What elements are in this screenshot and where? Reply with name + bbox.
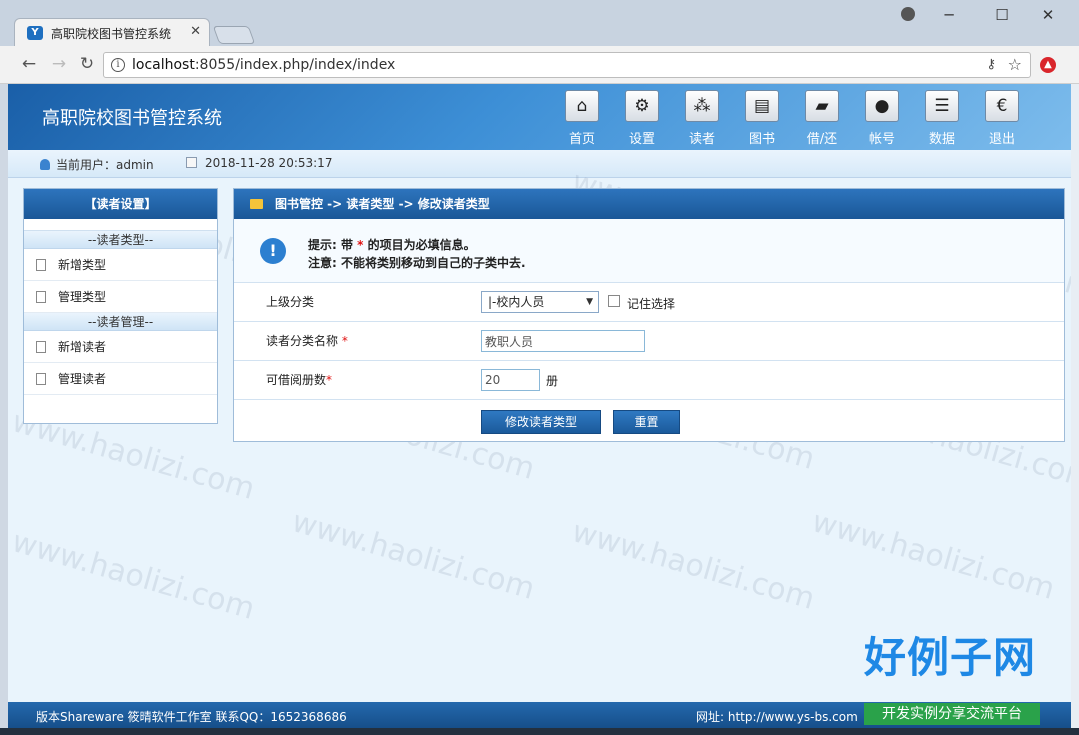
- site-info-icon[interactable]: i: [111, 58, 125, 72]
- remember-choice-checkbox[interactable]: [608, 295, 620, 307]
- calendar-icon: [186, 157, 197, 168]
- nav-data[interactable]: ☰ 数据: [919, 90, 965, 147]
- nav-books[interactable]: ▤ 图书: [739, 90, 785, 147]
- parent-category-label: 上级分类: [266, 295, 315, 309]
- document-icon: [36, 373, 46, 385]
- nav-borrow-return[interactable]: ▰ 借/还: [799, 90, 845, 147]
- browser-tab[interactable]: Y 高职院校图书管控系统 ✕: [14, 18, 210, 47]
- watermark: www.haolizi.com: [8, 524, 259, 627]
- nav-logout[interactable]: € 退出: [979, 90, 1025, 147]
- sidebar-item-add-type[interactable]: 新增类型: [24, 249, 217, 281]
- back-arrow-icon[interactable]: ←: [18, 54, 40, 74]
- close-tab-icon[interactable]: ✕: [190, 24, 201, 39]
- maximize-button[interactable]: ☐: [987, 6, 1017, 24]
- current-user: 当前用户：admin: [40, 156, 154, 173]
- close-window-button[interactable]: ✕: [1033, 6, 1063, 24]
- sidebar-item-add-reader[interactable]: 新增读者: [24, 331, 217, 363]
- parent-category-select[interactable]: |-校内人员 ▼: [481, 291, 599, 313]
- exclamation-icon: !: [260, 238, 286, 264]
- folder-icon: ▰: [805, 90, 839, 122]
- browser-tab-bar: Y 高职院校图书管控系统 ✕ ─ ☐ ✕: [0, 0, 1079, 47]
- nav-home[interactable]: ⌂ 首页: [559, 90, 605, 147]
- reload-icon[interactable]: ↻: [76, 54, 98, 74]
- sidebar-item-manage-readers[interactable]: 管理读者: [24, 363, 217, 395]
- database-icon: ☰: [925, 90, 959, 122]
- chevron-down-icon: ▼: [586, 297, 593, 307]
- tab-title: 高职院校图书管控系统: [51, 27, 172, 41]
- url-text: localhost:8055/index.php/index/index: [132, 57, 396, 73]
- status-bar: 当前用户：admin 2018-11-28 20:53:17: [8, 150, 1071, 178]
- submit-button[interactable]: 修改读者类型: [481, 410, 601, 434]
- minimize-button[interactable]: ─: [934, 6, 964, 24]
- form-actions: 修改读者类型 重置: [234, 400, 1064, 440]
- notice-box: ! 提示: 带 * 的项目为必填信息。 注意: 不能将类别移动到自己的子类中去.: [234, 219, 1064, 283]
- user-icon: [40, 159, 50, 170]
- remember-choice-label: 记住选择: [627, 297, 676, 311]
- app-favicon-icon: Y: [27, 26, 43, 40]
- new-tab-button[interactable]: [212, 26, 256, 44]
- category-name-label: 读者分类名称 *: [266, 334, 348, 348]
- sidebar-section-reader-types: --读者类型--: [24, 231, 217, 249]
- nav-account[interactable]: ● 帐号: [859, 90, 905, 147]
- nav-settings[interactable]: ⚙ 设置: [619, 90, 665, 147]
- address-bar[interactable]: i localhost:8055/index.php/index/index ⚷…: [103, 52, 1031, 78]
- reset-button[interactable]: 重置: [613, 410, 680, 434]
- home-icon: ⌂: [565, 90, 599, 122]
- bookmark-star-icon[interactable]: ☆: [1008, 55, 1022, 74]
- document-icon: [36, 291, 46, 303]
- document-icon: [36, 259, 46, 271]
- form-row-borrow-limit: 可借阅册数* 册: [234, 361, 1064, 400]
- forward-arrow-icon[interactable]: →: [48, 54, 70, 74]
- app-title: 高职院校图书管控系统: [42, 108, 222, 129]
- borrow-limit-unit: 册: [546, 374, 559, 388]
- folder-icon: [250, 199, 263, 209]
- profile-icon[interactable]: [901, 7, 915, 21]
- sidebar-section-reader-management: --读者管理--: [24, 313, 217, 331]
- footer-version-info: 版本Shareware 筱晴软件工作室 联系QQ：1652368686: [36, 710, 347, 724]
- current-datetime: 2018-11-28 20:53:17: [186, 156, 332, 170]
- document-icon: [36, 341, 46, 353]
- gears-icon: ⚙: [625, 90, 659, 122]
- brand-logo: 好例子网: [864, 633, 1037, 682]
- borrow-limit-label: 可借阅册数*: [266, 373, 333, 387]
- brand-slogan: 开发实例分享交流平台: [864, 703, 1040, 725]
- note-text: 注意: 不能将类别移动到自己的子类中去.: [308, 256, 526, 270]
- watermark: www.haolizi.com: [568, 514, 819, 617]
- euro-icon: €: [985, 90, 1019, 122]
- form-row-category-name: 读者分类名称 *: [234, 322, 1064, 361]
- readers-icon: ⁂: [685, 90, 719, 122]
- form-row-parent-category: 上级分类 |-校内人员 ▼ 记住选择: [234, 283, 1064, 322]
- category-name-input[interactable]: [481, 330, 645, 352]
- account-icon: ●: [865, 90, 899, 122]
- sidebar-header: 【读者设置】: [24, 189, 217, 219]
- app-header: 高职院校图书管控系统 ⌂ 首页 ⚙ 设置 ⁂ 读者 ▤ 图书 ▰ 借/还 ● 帐…: [8, 84, 1071, 150]
- footer-website: 网址: http://www.ys-bs.com: [696, 710, 858, 724]
- key-icon[interactable]: ⚷: [986, 57, 996, 72]
- breadcrumb: 图书管控 -> 读者类型 -> 修改读者类型: [234, 189, 1064, 219]
- watermark: www.haolizi.com: [808, 504, 1059, 607]
- edit-reader-type-panel: 图书管控 -> 读者类型 -> 修改读者类型 ! 提示: 带 * 的项目为必填信…: [233, 188, 1065, 442]
- browser-toolbar: ← → ↻ i localhost:8055/index.php/index/i…: [0, 46, 1079, 84]
- nav-readers[interactable]: ⁂ 读者: [679, 90, 725, 147]
- sidebar: 【读者设置】 --读者类型-- 新增类型 管理类型 --读者管理-- 新增读者 …: [23, 188, 218, 424]
- tip-text: 提示: 带 * 的项目为必填信息。: [308, 238, 476, 252]
- watermark: www.haolizi.com: [288, 504, 539, 607]
- borrow-limit-input[interactable]: [481, 369, 540, 391]
- taskbar: [0, 728, 1079, 735]
- sidebar-item-manage-types[interactable]: 管理类型: [24, 281, 217, 313]
- extension-icon[interactable]: ▲: [1040, 57, 1056, 73]
- book-icon: ▤: [745, 90, 779, 122]
